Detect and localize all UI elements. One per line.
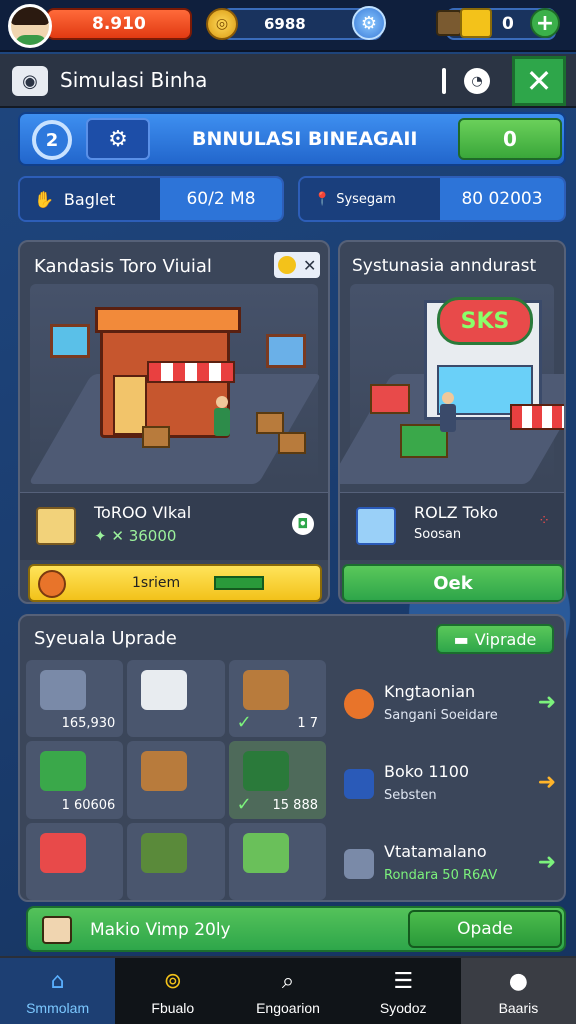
upgrade-item-plants[interactable]	[127, 822, 225, 900]
budget-value: 60/2 M8	[160, 178, 282, 220]
gear-button[interactable]: ⚙	[86, 118, 150, 160]
system-stat[interactable]: 📍 Sysegam 80 02003	[298, 176, 566, 222]
promo-banner: Makio Vimp 20ly Opade	[26, 906, 566, 952]
player-avatar[interactable]	[8, 4, 52, 48]
product-row[interactable]: ROLZ Toko Soosan ⁘	[340, 492, 564, 560]
resource-bar: 8.910 6988 ◎ ⚙ 0 +	[0, 0, 576, 52]
magnifier-gold-icon: ⊚	[163, 968, 183, 994]
search-icon: ⌕	[281, 968, 295, 994]
nav-item-profile[interactable]: ● Baaris	[460, 958, 576, 1024]
product-name: ToROO VIkal	[94, 503, 192, 522]
system-label: Sysegam	[336, 191, 396, 207]
card-title: Kandasis Toro Viuial	[34, 256, 212, 277]
window-title: Simulasi Binha	[60, 68, 208, 92]
row-icon	[344, 689, 374, 719]
upgrade-item-stall[interactable]	[26, 822, 124, 900]
card-title: Systunasia anndurast	[352, 256, 537, 276]
upgrade-row[interactable]: Vtatamalano Rondara 50 R6AV ➜	[336, 824, 560, 900]
upgrade-item-rack[interactable]: ✓ 15 888	[228, 741, 326, 819]
coin-icon: ◎	[206, 8, 238, 40]
upgrade-item-counter[interactable]	[127, 741, 225, 819]
coin-value: 6988	[264, 15, 306, 33]
product-price: ✦ ✕ 36000	[94, 527, 177, 545]
list-icon: ☰	[393, 968, 414, 994]
close-icon: ✕	[302, 255, 317, 275]
store-scene-image: SKS	[340, 284, 564, 484]
treasure-chest-icon[interactable]	[436, 6, 494, 40]
coin-icon	[277, 256, 296, 274]
row-icon	[344, 849, 374, 879]
check-icon[interactable]: ◘	[292, 513, 314, 535]
location-pin-icon: 📍	[314, 191, 331, 207]
store-card-left[interactable]: Kandasis Toro Viuial ✕ ToROO VIkal ✦ ✕ 3…	[18, 240, 330, 604]
house-icon: ⌂	[50, 968, 65, 994]
window-titlebar: ◉ Simulasi Binha ◔	[0, 54, 576, 108]
arrow-right-icon[interactable]: ➜	[538, 850, 556, 875]
product-subtitle: Soosan	[414, 527, 462, 542]
product-box-icon	[36, 507, 76, 545]
nav-item-list[interactable]: ☰ Syodoz	[346, 958, 461, 1024]
coin-close-badge[interactable]: ✕	[274, 252, 320, 278]
bottom-nav: ⌂ Smmolam ⊚ Fbualo ⌕ Engoarion ☰ Syodoz …	[0, 956, 576, 1024]
arrow-right-icon[interactable]: ➜	[538, 770, 556, 795]
nav-item-search[interactable]: ⌕ Engoarion	[230, 958, 345, 1024]
cash-value: 8.910	[92, 14, 146, 34]
timer-ring-icon[interactable]: 2	[32, 120, 72, 160]
budget-label: Baglet	[63, 189, 116, 209]
product-name: ROLZ Toko	[414, 503, 498, 522]
upgrade-item-produce[interactable]	[228, 822, 326, 900]
upgrade-item-register[interactable]	[127, 660, 225, 738]
upgrade-button[interactable]: ▬ Viprade	[436, 624, 554, 654]
hand-coin-icon: ✋	[34, 189, 54, 209]
header-title: BNNULASI BINEAGAII	[192, 128, 418, 150]
product-row[interactable]: ToROO VIkal ✦ ✕ 36000 ◘	[20, 492, 328, 560]
upgrade-action-button[interactable]: Opade	[408, 910, 562, 948]
close-button[interactable]: ✕	[512, 56, 566, 106]
user-icon: ●	[508, 968, 528, 994]
upgrade-list: Kngtaonian Sangani Soeidare ➜ Boko 1100 …	[336, 664, 560, 900]
product-box-icon	[356, 507, 396, 545]
upgrade-panel: Syeuala Uprade ▬ Viprade 165,930 ✓ 1 7 1 6…	[18, 614, 566, 902]
gem-value: 0	[502, 14, 514, 34]
shopkeeper-icon	[42, 916, 72, 944]
arrow-right-icon[interactable]: ➜	[538, 690, 556, 715]
basketball-icon	[38, 570, 66, 598]
cash-counter[interactable]: 8.910	[46, 8, 192, 40]
upgrade-item-shelf[interactable]: ✓ 1 7	[228, 660, 326, 738]
camera-icon[interactable]: ◉	[12, 66, 48, 96]
check-icon: ✓	[236, 793, 252, 815]
upgrade-title: Syeuala Uprade	[34, 628, 177, 649]
budget-stat[interactable]: ✋ Baglet 60/2 M8	[18, 176, 284, 222]
progress-bar[interactable]: 1sriem	[28, 564, 322, 602]
settings-gear-icon[interactable]: ⚙	[352, 6, 386, 40]
upgrade-row[interactable]: Kngtaonian Sangani Soeidare ➜	[336, 664, 560, 744]
score-value: 0	[503, 127, 517, 151]
upgrade-row[interactable]: Boko 1100 Sebsten ➜	[336, 744, 560, 824]
nav-item-explore[interactable]: ⊚ Fbualo	[115, 958, 230, 1024]
store-card-right[interactable]: Systunasia anndurast SKS ROLZ Toko Soosa…	[338, 240, 566, 604]
header-panel: 2 ⚙ BNNULASI BINEAGAII 0	[18, 112, 566, 166]
system-value: 80 02003	[440, 178, 564, 220]
ok-button[interactable]: Oek	[342, 564, 564, 602]
separator	[442, 68, 446, 94]
progress-fill	[214, 576, 264, 590]
row-icon	[344, 769, 374, 799]
pie-chart-icon[interactable]: ◔	[464, 68, 490, 94]
dots-icon: ⁘	[538, 513, 550, 529]
add-currency-button[interactable]: +	[530, 8, 560, 38]
upgrade-grid: 165,930 ✓ 1 7 1 60606 ✓ 15 888	[26, 660, 326, 900]
check-icon: ✓	[236, 712, 252, 734]
progress-label: 1sriem	[132, 575, 181, 591]
upgrade-item-box[interactable]: 1 60606	[26, 741, 124, 819]
score-box[interactable]: 0	[458, 118, 562, 160]
store-scene-image	[28, 284, 322, 484]
banner-text: Makio Vimp 20ly	[90, 920, 231, 940]
nav-item-home[interactable]: ⌂ Smmolam	[0, 958, 116, 1024]
upgrade-item-carts[interactable]: 165,930	[26, 660, 124, 738]
cash-icon: ▬	[453, 629, 469, 649]
